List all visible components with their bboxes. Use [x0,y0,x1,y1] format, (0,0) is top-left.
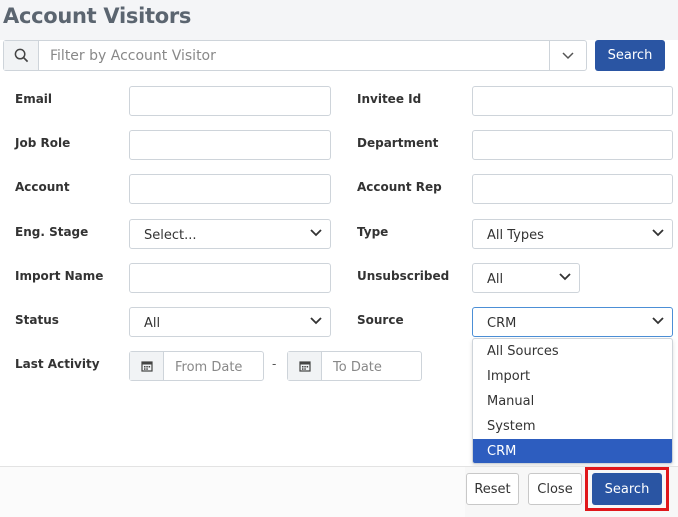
source-value: CRM [487,316,517,331]
department-field[interactable] [472,130,673,160]
to-date-placeholder: To Date [333,360,382,375]
account-field[interactable] [129,174,331,204]
department-label: Department [357,136,439,150]
last-activity-label: Last Activity [15,357,100,371]
source-option-system[interactable]: System [473,414,672,439]
eng-stage-select[interactable]: Select... [129,219,331,249]
invitee-id-field[interactable] [472,86,673,116]
search-icon [4,41,39,70]
calendar-icon[interactable] [130,352,164,380]
import-name-label: Import Name [15,269,104,283]
source-option-crm[interactable]: CRM [473,439,672,463]
calendar-icon[interactable] [288,352,322,380]
type-label: Type [357,225,389,239]
date-range-separator: - [272,356,277,371]
invitee-id-label: Invitee Id [357,92,422,106]
source-option-import[interactable]: Import [473,364,672,389]
footer-left-area [0,467,465,517]
status-label: Status [15,313,59,327]
account-rep-label: Account Rep [357,180,442,194]
account-label: Account [15,180,70,194]
reset-button[interactable]: Reset [466,473,519,505]
chevron-down-icon [310,229,322,237]
type-select[interactable]: All Types [472,219,673,249]
unsubscribed-select[interactable]: All [472,263,580,293]
status-value: All [144,316,161,331]
type-value: All Types [487,228,544,243]
search-button-highlight [585,467,669,511]
source-select[interactable]: CRM [472,307,673,337]
source-dropdown-menu: All Sources Import Manual System CRM [472,338,673,464]
chevron-down-icon [652,229,664,237]
unsubscribed-label: Unsubscribed [357,269,450,283]
status-select[interactable]: All [129,307,331,337]
chevron-down-icon [559,273,571,281]
unsubscribed-value: All [487,272,504,287]
eng-stage-value: Select... [144,228,197,243]
account-rep-field[interactable] [472,174,673,204]
job-role-label: Job Role [15,136,71,150]
source-label: Source [357,313,404,327]
filter-dropdown-toggle[interactable] [549,41,586,70]
from-date-field[interactable]: From Date [129,351,264,381]
email-label: Email [15,92,53,106]
from-date-placeholder: From Date [175,360,243,375]
close-button[interactable]: Close [528,473,582,505]
to-date-field[interactable]: To Date [287,351,422,381]
import-name-field[interactable] [129,263,331,293]
filter-search-button[interactable]: Search [595,40,665,71]
job-role-field[interactable] [129,130,331,160]
filter-bar: Filter by Account Visitor [3,40,587,71]
source-option-manual[interactable]: Manual [473,389,672,414]
email-field[interactable] [129,86,331,116]
chevron-down-icon [562,51,574,59]
chevron-down-icon [310,317,322,325]
eng-stage-label: Eng. Stage [15,225,89,239]
chevron-down-icon [652,317,664,325]
filter-input[interactable]: Filter by Account Visitor [50,48,216,64]
page-title: Account Visitors [3,4,192,28]
source-option-all-sources[interactable]: All Sources [473,339,672,364]
